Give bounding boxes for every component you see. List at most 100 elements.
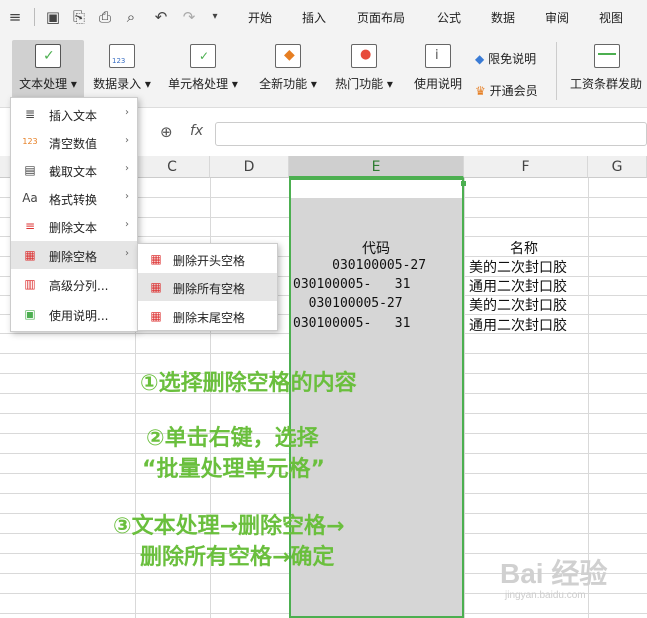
menu-item-label: 高级分列...: [49, 279, 109, 293]
new-features-label: 全新功能 ▾: [259, 77, 317, 91]
text-process-menu: ≣ 插入文本 › 123 清空数值 › ▤ 截取文本 › Aa 格式转换 › ≡…: [10, 97, 138, 332]
cell-code-1: 030100005-27: [293, 258, 427, 273]
menu-item-label: 插入文本: [49, 109, 98, 123]
tab-formula[interactable]: 公式: [437, 9, 461, 26]
data-entry-icon: 123: [109, 44, 135, 68]
data-entry-label: 数据录入 ▾: [93, 77, 151, 91]
instruction-step-2b: “批量处理单元格”: [142, 457, 325, 482]
hot-features-label: 热门功能 ▾: [335, 77, 393, 91]
clear-values-icon: 123: [22, 137, 38, 146]
more-icon[interactable]: ▾: [206, 8, 224, 26]
save-icon[interactable]: ▣: [44, 8, 62, 26]
text-process-button[interactable]: ✓ 文本处理 ▾: [12, 40, 84, 102]
chevron-right-icon: ›: [125, 219, 129, 230]
cell-code-4: 030100005- 31: [293, 316, 411, 331]
grid-line: [464, 178, 465, 618]
delete-space-icon: ▦: [24, 248, 36, 262]
print-icon[interactable]: ⎙: [96, 8, 114, 26]
menu-item-label: 使用说明...: [49, 309, 109, 323]
submenu-item-label: 删除所有空格: [173, 282, 246, 296]
instruction-step-1: ①选择删除空格的内容: [140, 371, 357, 396]
column-header-g[interactable]: G: [588, 156, 647, 178]
menu-item-clear-values[interactable]: 123 清空数值 ›: [11, 128, 137, 156]
submenu-item-label: 删除开头空格: [173, 254, 246, 268]
submenu-item-delete-all[interactable]: ▦ 删除所有空格: [138, 273, 277, 301]
tab-review[interactable]: 审阅: [545, 9, 569, 26]
header-code: 代码: [362, 241, 390, 257]
delete-leading-space-icon: ▦: [150, 252, 162, 266]
redo-icon[interactable]: ↷: [180, 8, 198, 26]
menu-item-insert-text[interactable]: ≣ 插入文本 ›: [11, 100, 137, 128]
active-cell[interactable]: [289, 178, 464, 198]
cell-process-label: 单元格处理 ▾: [168, 77, 238, 91]
tab-home[interactable]: 开始: [248, 9, 272, 26]
chevron-right-icon: ›: [125, 191, 129, 202]
help-icon: ▣: [24, 307, 36, 321]
new-features-icon: ◆: [275, 44, 301, 68]
menu-item-label: 删除文本: [49, 221, 98, 235]
formula-input[interactable]: [215, 122, 647, 146]
cell-name-3: 美的二次封口胶: [469, 298, 567, 314]
crown-icon: ♛: [475, 84, 486, 98]
column-header-c[interactable]: C: [135, 156, 210, 178]
tab-page-layout[interactable]: 页面布局: [357, 9, 405, 26]
open-member-button[interactable]: ♛ 开通会员: [475, 82, 538, 99]
watermark-url: jingyan.baidu.com: [505, 590, 586, 601]
chevron-right-icon: ›: [125, 107, 129, 118]
instruction-step-3a: ③文本处理→删除空格→: [113, 514, 345, 539]
new-features-button[interactable]: ◆ 全新功能 ▾: [255, 40, 321, 102]
cell-name-4: 通用二次封口胶: [469, 318, 567, 334]
usage-guide-label: 使用说明: [413, 77, 462, 91]
fill-handle[interactable]: [461, 181, 466, 186]
tab-data[interactable]: 数据: [491, 9, 515, 26]
text-process-icon: ✓: [35, 44, 61, 68]
cell-process-icon: ✓: [190, 44, 216, 68]
tag-icon: ◆: [475, 52, 485, 66]
chevron-right-icon: ›: [125, 248, 129, 259]
hot-features-button[interactable]: ● 热门功能 ▾: [331, 40, 397, 102]
delete-text-icon: ≡: [24, 219, 36, 233]
insert-text-icon: ≣: [24, 107, 36, 121]
tab-view[interactable]: 视图: [599, 9, 623, 26]
advanced-split-icon: ▥: [24, 277, 36, 291]
menu-item-label: 清空数值: [49, 137, 98, 151]
menu-item-advanced-split[interactable]: ▥ 高级分列...: [11, 270, 137, 298]
tab-insert[interactable]: 插入: [302, 9, 326, 26]
cell-code-2: 030100005- 31: [293, 277, 411, 292]
undo-icon[interactable]: ↶: [152, 8, 170, 26]
info-icon: i: [425, 44, 451, 68]
title-bar: ≡ ▣ ⎘ ⎙ ⌕ ↶ ↷ ▾ 开始 插入 页面布局 公式 数据 审阅 视图: [0, 0, 647, 34]
cell-process-button[interactable]: ✓ 单元格处理 ▾: [163, 40, 243, 102]
menu-item-label: 截取文本: [49, 165, 98, 179]
data-entry-button[interactable]: 123 数据录入 ▾: [88, 40, 156, 102]
zoom-icon[interactable]: ⊕: [160, 123, 173, 141]
submenu-item-delete-leading[interactable]: ▦ 删除开头空格: [138, 245, 277, 273]
disclaimer-button[interactable]: ◆ 限免说明: [475, 50, 536, 67]
instruction-step-2a: ②单击右键，选择: [146, 426, 319, 451]
menu-item-help[interactable]: ▣ 使用说明...: [11, 300, 137, 328]
submenu-item-delete-trailing[interactable]: ▦ 删除末尾空格: [138, 302, 277, 330]
column-header-d[interactable]: D: [210, 156, 289, 178]
menu-item-label: 格式转换: [49, 193, 98, 207]
salary-tool-button[interactable]: 工资条群发助: [566, 40, 647, 102]
column-header-e[interactable]: E: [289, 156, 464, 178]
fx-icon[interactable]: fx: [190, 123, 203, 139]
chevron-right-icon: ›: [125, 135, 129, 146]
export-icon[interactable]: ⎘: [70, 8, 88, 26]
menu-item-extract-text[interactable]: ▤ 截取文本 ›: [11, 156, 137, 184]
delete-space-submenu: ▦ 删除开头空格 ▦ 删除所有空格 ▦ 删除末尾空格: [137, 243, 278, 331]
menu-icon[interactable]: ≡: [6, 8, 24, 26]
extract-text-icon: ▤: [24, 163, 36, 177]
menu-item-delete-space[interactable]: ▦ 删除空格 ›: [11, 241, 137, 269]
print-preview-icon[interactable]: ⌕: [122, 8, 140, 26]
divider: [556, 42, 557, 100]
cell-name-1: 美的二次封口胶: [469, 260, 567, 276]
salary-tool-label: 工资条群发助: [570, 77, 643, 91]
column-header-f[interactable]: F: [464, 156, 588, 178]
menu-item-format-convert[interactable]: Aa 格式转换 ›: [11, 184, 137, 212]
divider: [34, 8, 35, 26]
cell-name-2: 通用二次封口胶: [469, 279, 567, 295]
menu-item-delete-text[interactable]: ≡ 删除文本 ›: [11, 212, 137, 240]
delete-all-space-icon: ▦: [150, 280, 162, 294]
usage-guide-button[interactable]: i 使用说明: [408, 40, 468, 102]
